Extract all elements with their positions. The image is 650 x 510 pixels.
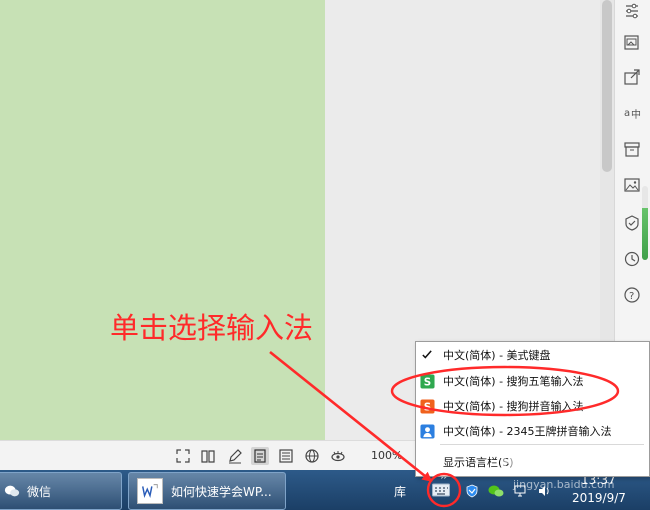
menu-item-us-keyboard[interactable]: 中文(简体) - 美式键盘 [416, 344, 647, 366]
translate-icon[interactable]: a中 [621, 102, 643, 124]
svg-text:S: S [423, 401, 430, 413]
menu-separator [440, 444, 644, 445]
fullscreen-icon[interactable] [174, 447, 192, 465]
history-icon[interactable] [621, 248, 643, 270]
share-icon[interactable] [621, 66, 643, 88]
library-toolbar-label[interactable]: 库 [394, 483, 406, 500]
adjust-sliders-icon[interactable] [621, 0, 643, 22]
reading-mode-icon[interactable] [199, 447, 217, 465]
security-shield-icon[interactable] [465, 484, 479, 498]
menu-item-2345-pinyin[interactable]: 中文(简体) - 2345王牌拼音输入法 [416, 420, 647, 442]
sogou-pinyin-icon: S [419, 398, 435, 414]
clock-date[interactable]: 2019/9/7 [572, 491, 626, 505]
wechat-tray-icon[interactable] [488, 484, 504, 498]
svg-text:S: S [423, 376, 430, 388]
menu-item-label: 中文(简体) - 搜狗五笔输入法 [443, 375, 584, 388]
menu-item-sogou-pinyin[interactable]: S 中文(简体) - 搜狗拼音输入法 [416, 395, 647, 417]
wechat-icon [3, 482, 21, 500]
watermark-url: jingyan.baidu.com [513, 478, 615, 491]
taskbar-wechat-button[interactable]: 微信 [0, 472, 122, 510]
wps-document-icon [137, 478, 163, 504]
shield-icon[interactable] [621, 212, 643, 234]
level-gauge [642, 186, 648, 260]
wechat-label: 微信 [27, 484, 52, 499]
edit-pen-icon[interactable] [226, 447, 244, 465]
ime-2345-icon [419, 423, 435, 439]
menu-item-label: 中文(简体) - 美式键盘 [443, 349, 551, 362]
help-icon[interactable]: ? [621, 284, 643, 306]
taskbar-document-button[interactable]: 如何快速学会WP... [128, 472, 286, 510]
menu-item-label: 中文(简体) - 搜狗拼音输入法 [443, 400, 584, 413]
checkmark-icon [419, 347, 435, 363]
menu-item-sogou-wubi[interactable]: S 中文(简体) - 搜狗五笔输入法 [416, 370, 647, 392]
menu-item-label: 中文(简体) - 2345王牌拼音输入法 [443, 425, 612, 438]
zoom-level[interactable]: 100% [371, 449, 402, 462]
document-title-label: 如何快速学会WP... [171, 484, 272, 499]
eye-protection-icon[interactable] [329, 447, 347, 465]
picture-icon[interactable] [621, 174, 643, 196]
svg-text:a: a [624, 108, 630, 119]
sogou-wubi-icon: S [419, 373, 435, 389]
web-layout-globe-icon[interactable] [303, 447, 321, 465]
annotation-text: 单击选择输入法 [110, 311, 314, 345]
keyboard-icon[interactable] [432, 483, 450, 497]
svg-text:中: 中 [631, 108, 641, 121]
outline-view-icon[interactable] [277, 447, 295, 465]
page-view-icon[interactable] [251, 447, 269, 465]
watermark-brand: Bai 经验 [500, 452, 591, 477]
scrollbar-thumb[interactable] [602, 0, 612, 172]
image-gallery-icon[interactable] [621, 32, 643, 54]
document-page[interactable] [0, 0, 325, 440]
archive-box-icon[interactable] [621, 138, 643, 160]
svg-text:?: ? [629, 291, 634, 302]
